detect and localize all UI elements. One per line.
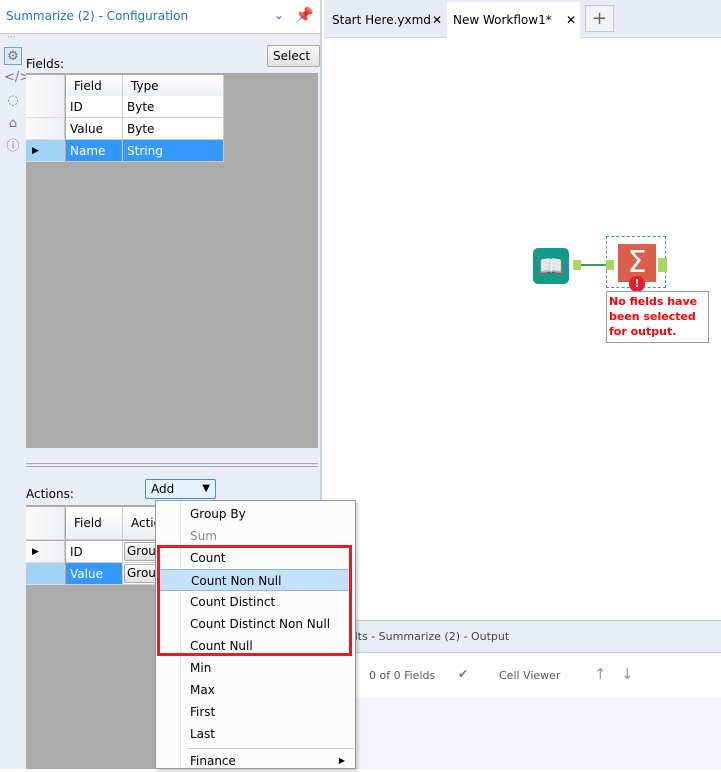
results-title: Results - Summarize (2) - Output xyxy=(324,621,721,653)
actions-label: Actions: xyxy=(26,487,74,501)
menu-separator xyxy=(188,748,354,749)
connection-line xyxy=(581,264,606,266)
tab-label: New Workflow1* xyxy=(453,13,552,27)
dropdown-arrow-icon: ▼ xyxy=(202,483,210,494)
new-tab-button[interactable]: + xyxy=(585,5,614,32)
check-icon[interactable]: ✔ xyxy=(458,667,468,681)
fields-dropdown[interactable]: 0 of 0 Fields xyxy=(369,669,435,682)
tab-start-here[interactable]: Start Here.yxmd ✕ xyxy=(326,2,446,38)
results-panel: Results - Summarize (2) - Output 0 of 0 … xyxy=(324,620,721,769)
field-cell[interactable]: Value xyxy=(66,563,123,585)
menu-item-max[interactable]: Max xyxy=(156,679,355,701)
add-label: Add xyxy=(151,482,175,496)
output-anchor[interactable] xyxy=(573,260,581,270)
field-cell[interactable]: ID xyxy=(66,96,123,118)
panel-header: Summarize (2) - Configuration ⌄ 📌 xyxy=(0,0,320,34)
type-cell[interactable]: Byte xyxy=(123,96,224,118)
type-cell[interactable]: String xyxy=(123,140,224,162)
header-corner xyxy=(26,507,65,540)
arrow-up-icon[interactable]: ↑ xyxy=(594,665,607,683)
menu-item-first[interactable]: First xyxy=(156,701,355,723)
error-icon: ! xyxy=(629,276,645,292)
input-anchor[interactable] xyxy=(606,260,614,270)
arrow-down-icon[interactable]: ↓ xyxy=(621,665,634,683)
field-cell[interactable]: Value xyxy=(66,118,123,140)
input-data-tool[interactable]: 📖 xyxy=(533,248,569,284)
gear-icon[interactable]: ⚙ xyxy=(4,47,22,65)
tab-label: Start Here.yxmd xyxy=(332,13,431,27)
help-icon[interactable]: ⓘ xyxy=(4,138,22,156)
row-header[interactable] xyxy=(26,118,65,140)
menu-item-label: Finance xyxy=(190,754,236,768)
field-cell[interactable]: ID xyxy=(66,541,123,563)
menu-item-sum: Sum xyxy=(190,529,217,543)
menu-item-group-by[interactable]: Group By xyxy=(156,503,355,525)
row-header[interactable] xyxy=(26,96,65,118)
panel-title: Summarize (2) - Configuration xyxy=(6,9,189,23)
output-anchor[interactable] xyxy=(658,258,667,272)
tag-icon[interactable]: ⌂ xyxy=(4,115,22,133)
menu-item-min[interactable]: Min xyxy=(156,657,355,679)
close-icon[interactable]: ✕ xyxy=(432,2,442,38)
row-header[interactable] xyxy=(26,563,65,585)
tab-bar: Start Here.yxmd ✕ New Workflow1* ✕ + xyxy=(324,0,721,38)
workflow-canvas[interactable]: 📖 Σ ! No fields have been selected for o… xyxy=(324,38,721,620)
more-icon[interactable]: ··· xyxy=(7,33,16,43)
field-cell[interactable]: Name xyxy=(66,140,123,162)
cell-viewer-dropdown[interactable]: Cell Viewer xyxy=(499,669,560,682)
results-toolbar: 0 of 0 Fields ✔ Cell Viewer ↑ ↓ xyxy=(324,654,721,698)
code-icon[interactable]: </> xyxy=(4,69,30,87)
highlight-box xyxy=(157,545,352,656)
chevron-down-icon[interactable]: ⌄ xyxy=(274,8,284,22)
row-header-current[interactable]: ▶ xyxy=(26,140,65,162)
tab-new-workflow[interactable]: New Workflow1* ✕ xyxy=(447,2,580,38)
splitter[interactable] xyxy=(26,463,318,467)
column-header-field[interactable]: Field xyxy=(66,75,123,97)
header-corner xyxy=(26,75,65,97)
pin-icon[interactable]: 📌 xyxy=(295,6,314,24)
menu-item-last[interactable]: Last xyxy=(156,723,355,745)
annotation-icon[interactable]: ◌ xyxy=(4,92,22,110)
select-button[interactable]: Select xyxy=(267,45,320,67)
column-header-type[interactable]: Type xyxy=(123,75,224,97)
add-dropdown[interactable]: Add ▼ xyxy=(145,479,216,499)
row-header-current[interactable]: ▶ xyxy=(26,541,65,563)
fields-grid: Field Type ID Byte Value Byte ▶ Name Str… xyxy=(26,73,318,448)
close-icon[interactable]: ✕ xyxy=(566,2,576,38)
error-message: No fields have been selected for output. xyxy=(606,291,709,343)
column-header-field[interactable]: Field xyxy=(66,507,123,540)
fields-label: Fields: xyxy=(26,57,64,71)
type-cell[interactable]: Byte xyxy=(123,118,224,140)
